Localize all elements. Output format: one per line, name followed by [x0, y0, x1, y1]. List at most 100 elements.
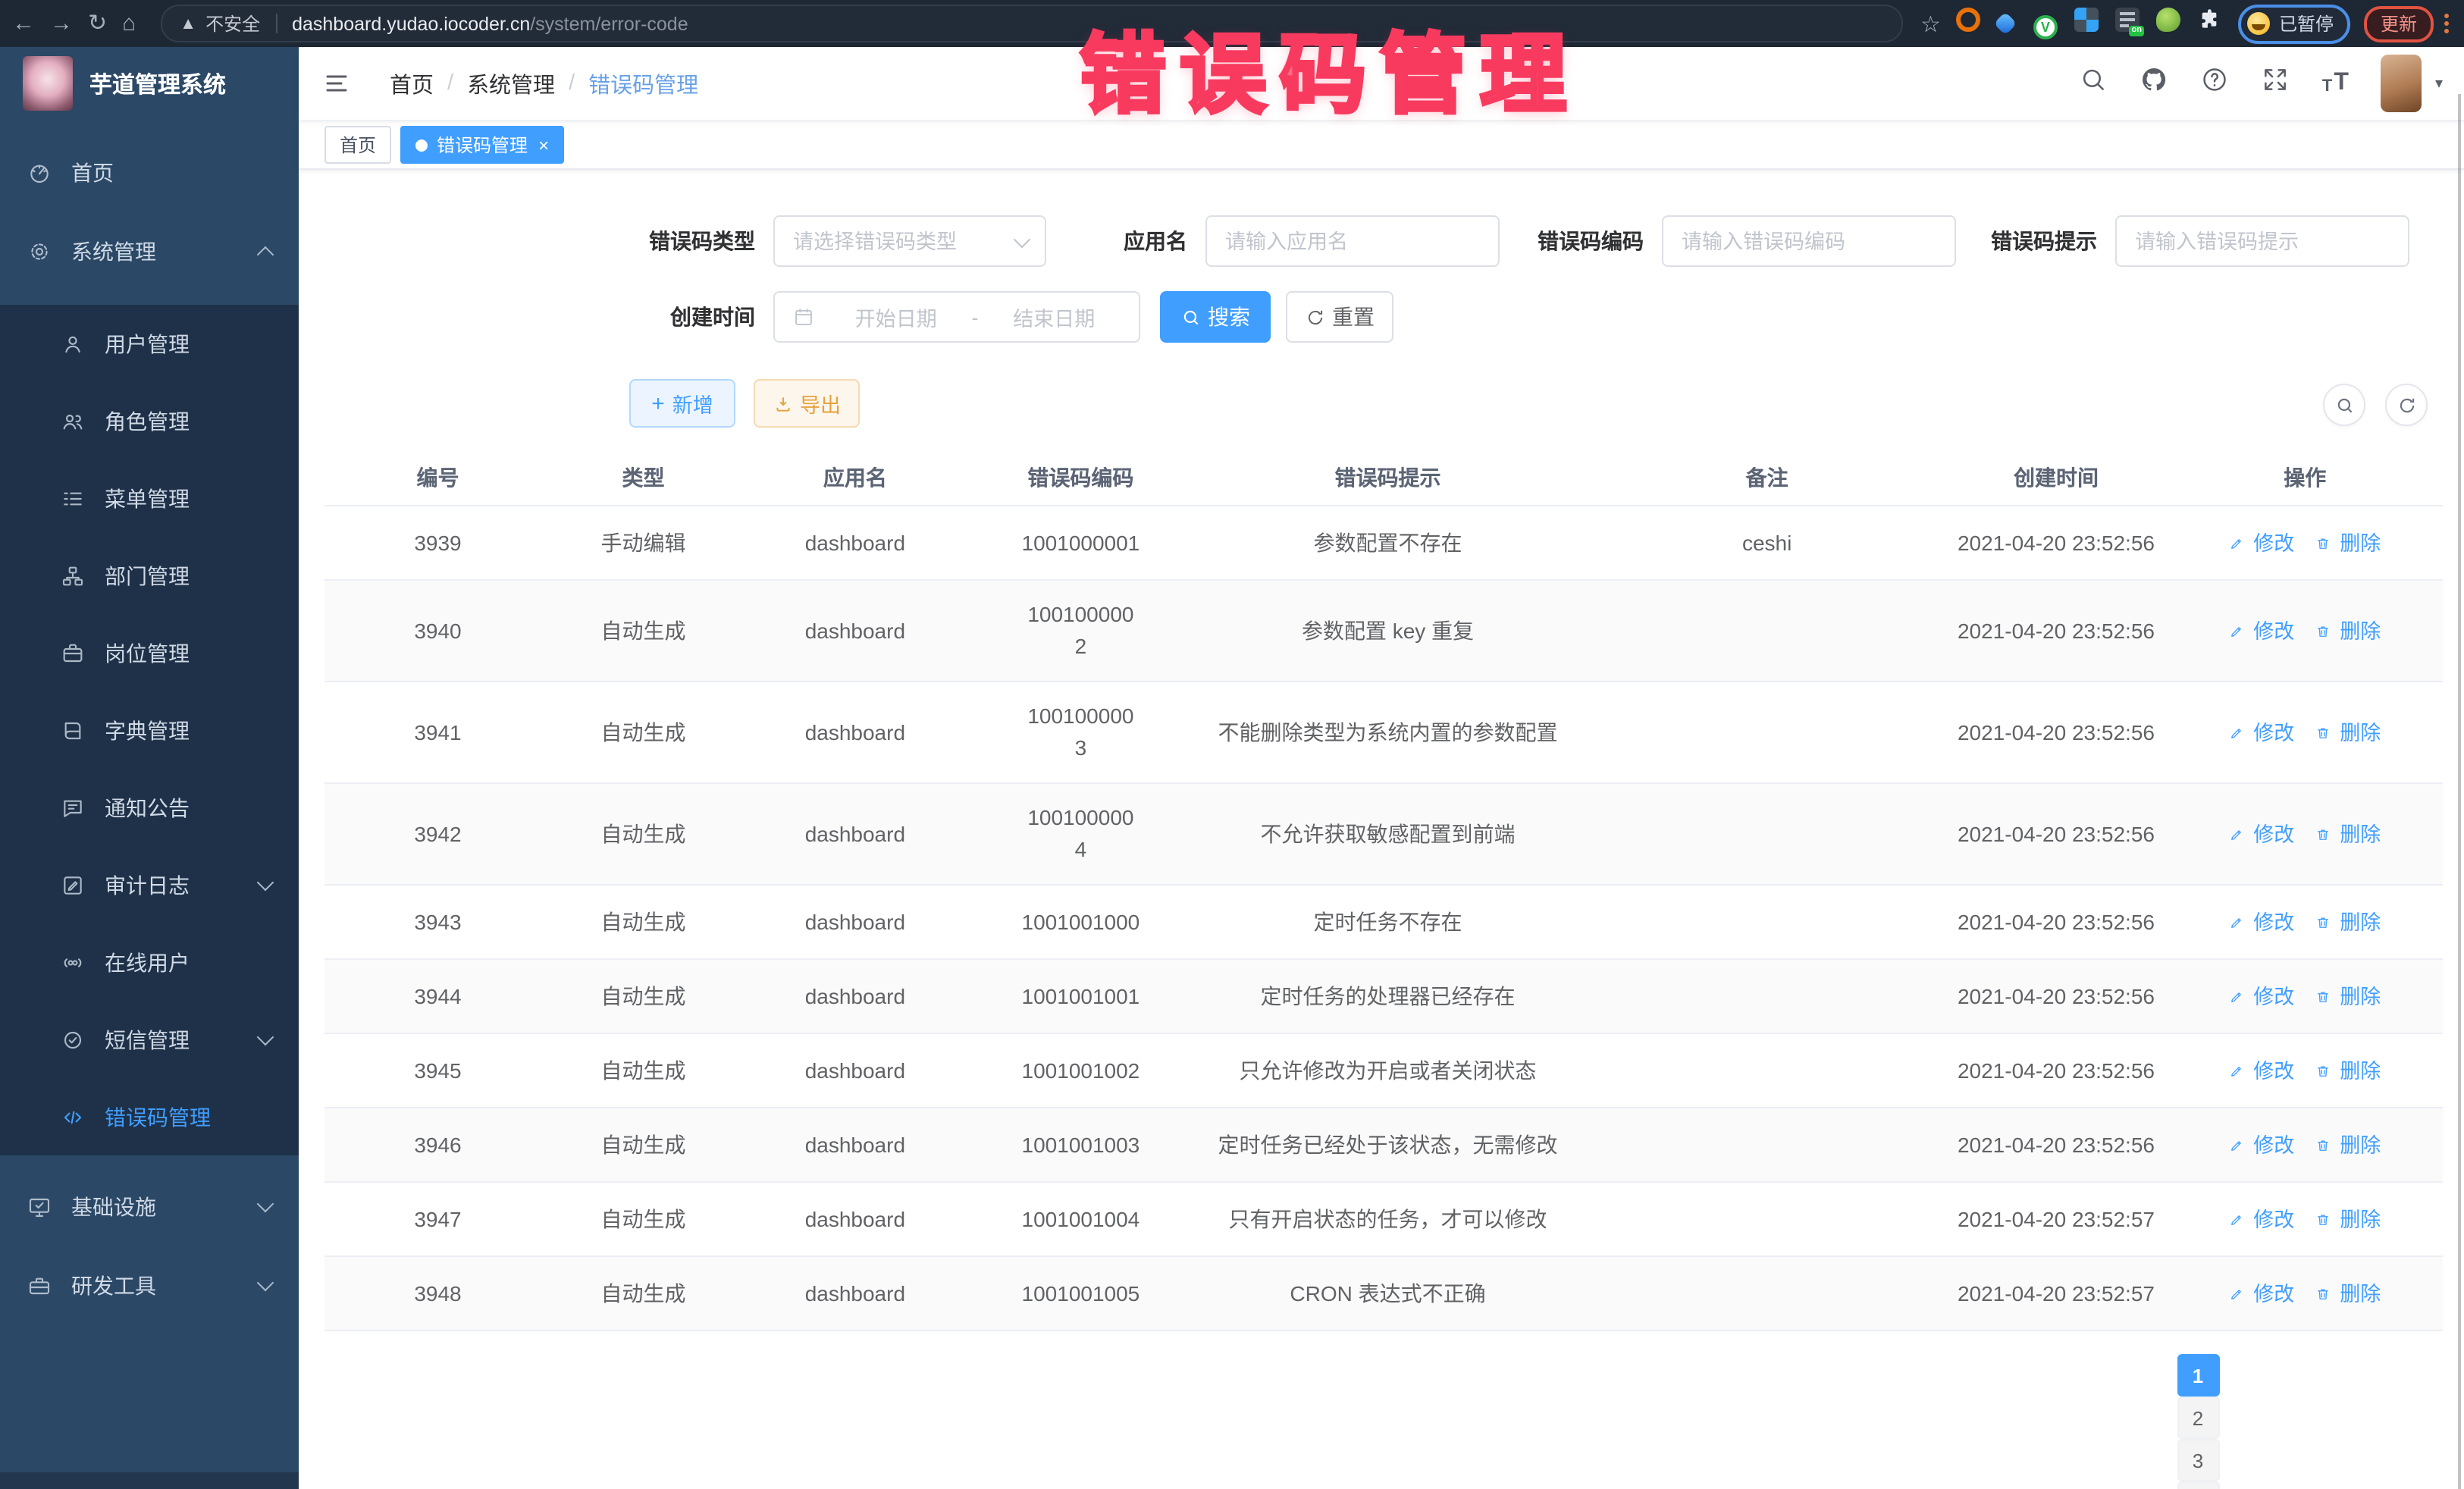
profile-paused-chip[interactable]: 已暂停: [2238, 4, 2350, 43]
edit-link[interactable]: 修改: [2229, 1277, 2294, 1309]
sidebar-item-infra[interactable]: 基础设施: [0, 1168, 299, 1246]
date-separator: -: [972, 306, 979, 328]
refresh-table-button[interactable]: [2385, 384, 2428, 426]
delete-link[interactable]: 删除: [2315, 1055, 2381, 1086]
edit-link[interactable]: 修改: [2229, 615, 2294, 647]
sidebar-item-error-code[interactable]: 错误码管理: [0, 1078, 299, 1155]
ext-blue-grid-icon[interactable]: [2074, 8, 2099, 32]
bookmark-star-icon[interactable]: ☆: [1920, 10, 1941, 37]
cell-time: 2021-04-20 23:52:56: [1945, 518, 2167, 568]
table-row[interactable]: 3945自动生成dashboard1001001002只允许修改为开启或者关闭状…: [324, 1034, 2443, 1108]
browser-menu-icon[interactable]: [2444, 14, 2449, 33]
ext-blue-gem-icon[interactable]: [1993, 11, 2017, 35]
table-row[interactable]: 3948自动生成dashboard1001001005CRON 表达式不正确20…: [324, 1257, 2443, 1331]
page-button-3[interactable]: 3: [2177, 1439, 2219, 1481]
app-name-input[interactable]: [1205, 215, 1500, 267]
table-row[interactable]: 3939手动编辑dashboard1001000001参数配置不存在ceshi2…: [324, 506, 2443, 581]
ext-orange-icon[interactable]: [1956, 8, 1980, 32]
hamburger-icon[interactable]: [323, 70, 350, 97]
breadcrumb-item[interactable]: 首页: [390, 67, 434, 99]
close-icon[interactable]: ×: [538, 136, 549, 154]
add-button[interactable]: +新增: [629, 379, 735, 428]
home-icon[interactable]: ⌂: [122, 11, 136, 36]
github-icon[interactable]: [2140, 65, 2169, 94]
caret-down-icon[interactable]: ▾: [2435, 75, 2443, 92]
table-row[interactable]: 3942自动生成dashboard100100000 4不允许获取敏感配置到前端…: [324, 784, 2443, 886]
sidebar-item-sms[interactable]: 短信管理: [0, 1001, 299, 1078]
url-text[interactable]: dashboard.yudao.iocoder.cn/system/error-…: [292, 13, 688, 34]
sidebar-item-gear[interactable]: 系统管理: [0, 212, 299, 291]
tag-active[interactable]: 错误码管理×: [400, 126, 564, 164]
edit-link[interactable]: 修改: [2229, 1129, 2294, 1161]
table-row[interactable]: 3940自动生成dashboard100100000 2参数配置 key 重复2…: [324, 581, 2443, 682]
security-label[interactable]: 不安全: [205, 11, 260, 36]
tag-item[interactable]: 首页: [324, 126, 391, 164]
page-button-1[interactable]: 1: [2177, 1354, 2219, 1397]
cell-code: 1001001000: [975, 897, 1187, 947]
delete-link[interactable]: 删除: [2315, 980, 2381, 1012]
search-button[interactable]: 搜索: [1160, 291, 1271, 343]
ext-list-on-icon[interactable]: on: [2115, 8, 2140, 32]
edit-link[interactable]: 修改: [2229, 906, 2294, 938]
sidebar-item-devtools[interactable]: 研发工具: [0, 1246, 299, 1325]
sidebar-item-online-user[interactable]: 在线用户: [0, 923, 299, 1001]
sidebar-item-post[interactable]: 岗位管理: [0, 614, 299, 691]
delete-link[interactable]: 删除: [2315, 906, 2381, 938]
back-icon[interactable]: ←: [12, 11, 35, 36]
ext-green-pin-icon[interactable]: [2156, 8, 2180, 32]
sidebar-item-dashboard[interactable]: 首页: [0, 133, 299, 212]
extensions-puzzle-icon[interactable]: [2197, 8, 2221, 32]
sidebar-item-audit-log[interactable]: 审计日志: [0, 846, 299, 923]
sidebar-item-roles[interactable]: 角色管理: [0, 382, 299, 459]
error-type-select[interactable]: [773, 215, 1046, 267]
breadcrumb-item[interactable]: 系统管理: [467, 67, 555, 99]
ext-green-icon[interactable]: V: [2033, 15, 2058, 39]
delete-link[interactable]: 删除: [2315, 615, 2381, 647]
address-bar[interactable]: ▲ 不安全 dashboard.yudao.iocoder.cn/system/…: [160, 5, 1902, 42]
forward-icon[interactable]: →: [50, 11, 73, 36]
error-msg-input[interactable]: [2115, 215, 2409, 267]
table-row[interactable]: 3944自动生成dashboard1001001001定时任务的处理器已经存在2…: [324, 960, 2443, 1034]
cell-id: 3945: [324, 1045, 551, 1096]
delete-link[interactable]: 删除: [2315, 818, 2381, 850]
sidebar-item-label: 字典管理: [105, 715, 190, 745]
search-icon[interactable]: [2080, 65, 2108, 94]
delete-link[interactable]: 删除: [2315, 527, 2381, 559]
reload-icon[interactable]: ↻: [88, 11, 107, 36]
table-row[interactable]: 3946自动生成dashboard1001001003定时任务已经处于该状态，无…: [324, 1108, 2443, 1183]
table-row[interactable]: 3941自动生成dashboard100100000 3不能删除类型为系统内置的…: [324, 682, 2443, 784]
sidebar-item-dict[interactable]: 字典管理: [0, 691, 299, 769]
avatar[interactable]: [2381, 55, 2422, 112]
dashboard-icon: [27, 161, 52, 185]
sidebar-item-user[interactable]: 用户管理: [0, 305, 299, 382]
sidebar-item-org-tree[interactable]: 部门管理: [0, 537, 299, 614]
export-button[interactable]: 导出: [754, 379, 860, 428]
page-button-2[interactable]: 2: [2177, 1397, 2219, 1439]
page-button-4[interactable]: 4: [2177, 1481, 2219, 1489]
help-icon[interactable]: [2201, 65, 2230, 94]
sidebar-collapse-bar[interactable]: [0, 1472, 299, 1489]
delete-link[interactable]: 删除: [2315, 1203, 2381, 1235]
font-size-icon[interactable]: TT: [2322, 71, 2349, 96]
edit-link[interactable]: 修改: [2229, 1055, 2294, 1086]
fullscreen-icon[interactable]: [2262, 65, 2290, 94]
toggle-search-button[interactable]: [2323, 384, 2365, 426]
table-row[interactable]: 3947自动生成dashboard1001001004只有开启状态的任务，才可以…: [324, 1183, 2443, 1257]
delete-link[interactable]: 删除: [2315, 1129, 2381, 1161]
update-button[interactable]: 更新: [2364, 5, 2434, 42]
edit-link[interactable]: 修改: [2229, 980, 2294, 1012]
error-code-input[interactable]: [1662, 215, 1956, 267]
reset-button[interactable]: 重置: [1286, 291, 1393, 343]
sidebar-item-menu-list[interactable]: 菜单管理: [0, 459, 299, 537]
delete-link[interactable]: 删除: [2315, 1277, 2381, 1309]
sidebar-item-notice[interactable]: 通知公告: [0, 769, 299, 846]
delete-link[interactable]: 删除: [2315, 716, 2381, 748]
date-range-picker[interactable]: 开始日期 - 结束日期: [773, 291, 1140, 343]
edit-link[interactable]: 修改: [2229, 818, 2294, 850]
edit-link[interactable]: 修改: [2229, 1203, 2294, 1235]
edit-link[interactable]: 修改: [2229, 716, 2294, 748]
app-logo[interactable]: 芋道管理系统: [0, 47, 299, 120]
edit-link[interactable]: 修改: [2229, 527, 2294, 559]
table-row[interactable]: 3943自动生成dashboard1001001000定时任务不存在2021-0…: [324, 886, 2443, 960]
scrollbar[interactable]: [2458, 94, 2461, 1489]
